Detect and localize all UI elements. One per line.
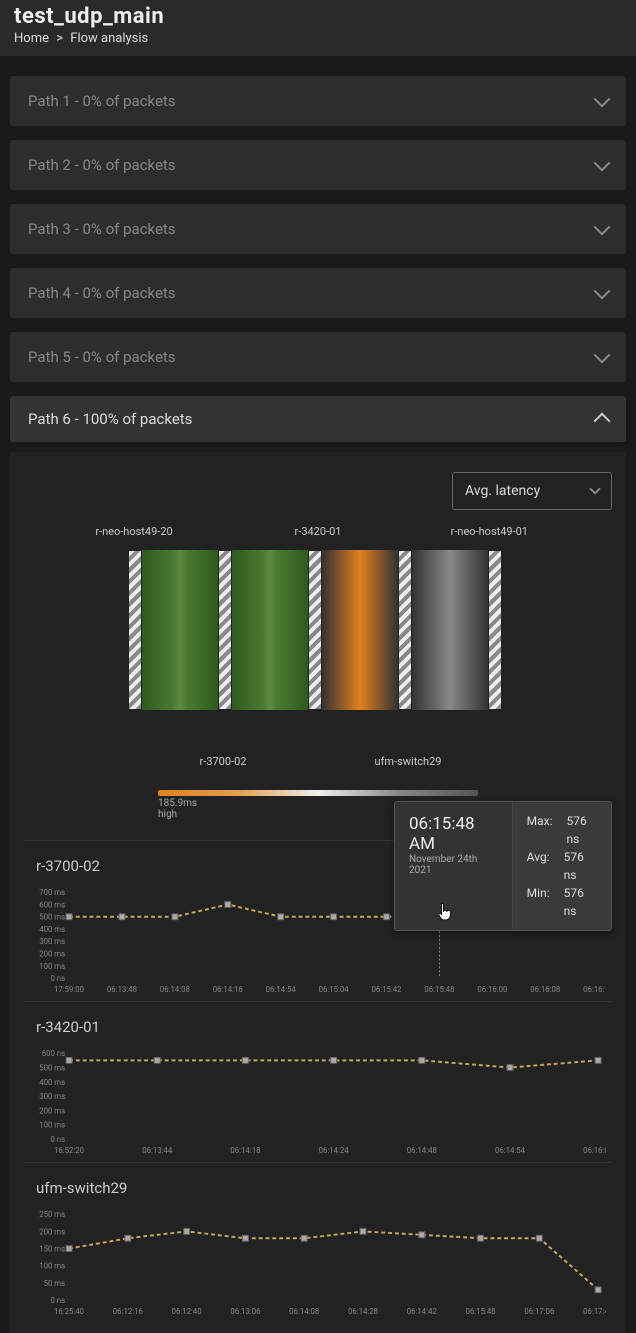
chart-tooltip: 06:15:48 AM November 24th 2021 Max:576 n… — [394, 801, 612, 931]
svg-text:06:13:44: 06:13:44 — [142, 1146, 173, 1155]
topology-diagram: r-neo-host49-20 r-3420-01 r-neo-host49-0… — [128, 550, 508, 750]
svg-text:100 ms: 100 ms — [39, 1121, 65, 1130]
svg-text:06:17:40: 06:17:40 — [583, 1307, 606, 1316]
svg-text:06:14:28: 06:14:28 — [348, 1307, 378, 1316]
path-expanded-content: Avg. latency r-neo-host49-20 r-3420-01 r… — [10, 452, 626, 1333]
path-row-4[interactable]: Path 4 - 0% of packets — [10, 268, 626, 318]
path-row-6[interactable]: Path 6 - 100% of packets — [10, 396, 626, 442]
chart-title: ufm-switch29 — [30, 1179, 606, 1197]
svg-text:600 ns: 600 ns — [42, 1049, 65, 1058]
svg-text:700 ms: 700 ms — [39, 888, 65, 897]
node-label: r-neo-host49-20 — [94, 526, 174, 538]
node-label: r-3420-01 — [278, 526, 358, 538]
svg-text:16:52:20: 16:52:20 — [54, 1146, 84, 1155]
path-label: Path 5 - 0% of packets — [28, 348, 176, 366]
chevron-down-icon — [594, 283, 611, 300]
svg-text:06:14:42: 06:14:42 — [407, 1307, 438, 1316]
svg-text:200 ms: 200 ms — [39, 1106, 65, 1115]
svg-text:06:16:00: 06:16:00 — [583, 1146, 606, 1155]
chart-title: r-3420-01 — [30, 1018, 606, 1036]
svg-text:06:12:40: 06:12:40 — [172, 1307, 202, 1316]
svg-text:06:14:16: 06:14:16 — [213, 985, 244, 994]
svg-text:16:25:40: 16:25:40 — [54, 1307, 84, 1316]
chevron-down-icon — [594, 91, 611, 108]
svg-text:0 ns: 0 ns — [50, 1135, 65, 1144]
svg-text:500 ms: 500 ms — [39, 913, 65, 922]
svg-text:100 ms: 100 ms — [39, 962, 65, 971]
breadcrumb-current: Flow analysis — [70, 31, 148, 46]
svg-text:06:16:10: 06:16:10 — [583, 985, 606, 994]
svg-text:600 ms: 600 ms — [39, 900, 65, 909]
chevron-down-icon — [594, 219, 611, 236]
tooltip-date: November 24th 2021 — [409, 854, 498, 876]
svg-text:400 ms: 400 ms — [39, 1078, 65, 1087]
svg-text:06:15:42: 06:15:42 — [371, 985, 402, 994]
path-row-3[interactable]: Path 3 - 0% of packets — [10, 204, 626, 254]
chevron-down-icon — [594, 155, 611, 172]
svg-text:150 ms: 150 ms — [39, 1245, 65, 1254]
breadcrumb: Home > Flow analysis — [14, 31, 622, 46]
svg-text:06:14:08: 06:14:08 — [160, 985, 190, 994]
svg-text:250 ms: 250 ms — [39, 1210, 65, 1219]
svg-text:06:14:54: 06:14:54 — [266, 985, 297, 994]
chevron-up-icon — [594, 413, 611, 430]
metric-dropdown[interactable]: Avg. latency — [452, 472, 612, 510]
page-header: test_udp_main Home > Flow analysis — [0, 0, 636, 56]
path-label: Path 6 - 100% of packets — [28, 410, 192, 428]
path-row-1[interactable]: Path 1 - 0% of packets — [10, 76, 626, 126]
latency-chart-2[interactable]: 600 ns 500 ms 400 ms 300 ms 200 ms 100 ms 0 ns… — [30, 1048, 606, 1158]
svg-text:06:14:54: 06:14:54 — [495, 1146, 526, 1155]
svg-text:06:15:48: 06:15:48 — [424, 985, 454, 994]
breadcrumb-home[interactable]: Home — [14, 31, 49, 46]
svg-text:06:16:08: 06:16:08 — [530, 985, 560, 994]
breadcrumb-sep: > — [56, 31, 63, 46]
path-row-5[interactable]: Path 5 - 0% of packets — [10, 332, 626, 382]
svg-text:06:14:08: 06:14:08 — [289, 1307, 319, 1316]
chevron-down-icon — [594, 347, 611, 364]
svg-text:300 ms: 300 ms — [39, 1092, 65, 1101]
svg-text:0 ns: 0 ns — [50, 1296, 65, 1305]
node-label: r-3700-02 — [183, 755, 263, 768]
svg-text:06:15:04: 06:15:04 — [319, 985, 350, 994]
svg-text:400 ms: 400 ms — [39, 925, 65, 934]
svg-text:100 ms: 100 ms — [39, 1262, 65, 1271]
node-label: r-neo-host49-01 — [448, 526, 528, 538]
svg-text:0 ns: 0 ns — [50, 974, 65, 983]
node-label: ufm-switch29 — [368, 755, 448, 768]
svg-text:06:14:24: 06:14:24 — [319, 1146, 350, 1155]
svg-text:06:13:48: 06:13:48 — [107, 985, 137, 994]
dropdown-value: Avg. latency — [465, 483, 540, 499]
path-label: Path 4 - 0% of packets — [28, 284, 176, 302]
svg-text:06:14:18: 06:14:18 — [230, 1146, 260, 1155]
svg-text:06:12:16: 06:12:16 — [113, 1307, 144, 1316]
pointer-cursor-icon — [439, 903, 453, 921]
svg-text:50 ms: 50 ms — [44, 1279, 66, 1288]
svg-text:06:13:06: 06:13:06 — [230, 1307, 261, 1316]
page-title: test_udp_main — [14, 4, 622, 29]
path-row-2[interactable]: Path 2 - 0% of packets — [10, 140, 626, 190]
svg-text:06:17:06: 06:17:06 — [524, 1307, 555, 1316]
path-label: Path 2 - 0% of packets — [28, 156, 176, 174]
svg-text:17:59:00: 17:59:00 — [54, 985, 84, 994]
svg-text:06:16:00: 06:16:00 — [477, 985, 507, 994]
svg-text:06:14:48: 06:14:48 — [407, 1146, 437, 1155]
svg-text:200 ms: 200 ms — [39, 1227, 65, 1236]
svg-text:300 ms: 300 ms — [39, 937, 65, 946]
tooltip-time: 06:15:48 AM — [409, 814, 498, 854]
path-label: Path 3 - 0% of packets — [28, 220, 176, 238]
svg-text:500 ms: 500 ms — [39, 1063, 65, 1072]
path-label: Path 1 - 0% of packets — [28, 92, 176, 110]
svg-text:06:15:48: 06:15:48 — [466, 1307, 496, 1316]
chevron-down-icon — [589, 483, 600, 494]
svg-text:200 ms: 200 ms — [39, 950, 65, 959]
